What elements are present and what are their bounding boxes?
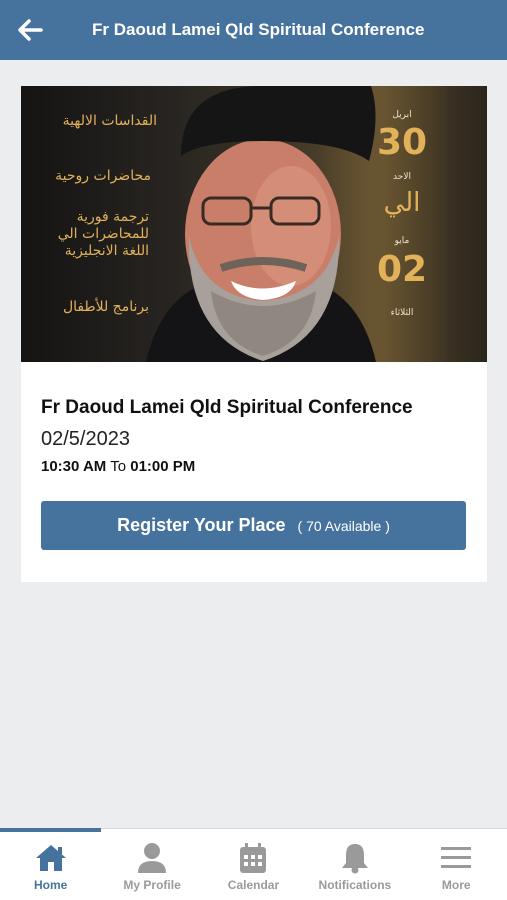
person-icon [134, 841, 170, 875]
tab-home[interactable]: Home [0, 829, 101, 900]
banner-date-column: ابريل 30 الاحد الي مايو 02 الثلاثاء [371, 86, 433, 362]
banner-weekday-end: الثلاثاء [390, 308, 414, 318]
event-title: Fr Daoud Lamei Qld Spiritual Conference [41, 397, 413, 418]
register-label: Register Your Place [117, 515, 286, 535]
availability-count: ( 70 Available ) [297, 517, 390, 534]
tab-my-profile-label: My Profile [123, 878, 181, 892]
register-button[interactable]: Register Your Place ( 70 Available ) [41, 501, 466, 550]
active-tab-indicator [0, 828, 101, 832]
priest-portrait [146, 86, 376, 362]
back-button[interactable] [0, 0, 60, 60]
banner-month-end: مايو [394, 236, 410, 246]
tab-calendar-label: Calendar [227, 878, 280, 892]
tab-notifications-label: Notifications [318, 878, 392, 892]
tab-calendar[interactable]: Calendar [203, 829, 304, 900]
home-icon [33, 841, 69, 875]
event-start-time: 10:30 AM [41, 458, 107, 475]
banner-to-word: الي [383, 188, 421, 218]
menu-icon [438, 841, 474, 875]
top-app-bar: Fr Daoud Lamei Qld Spiritual Conference [0, 0, 507, 60]
event-card: القداسات الالهية محاضرات روحية ترجمة فور… [21, 86, 487, 582]
banner-line-children: برنامج للأطفال [62, 299, 149, 315]
bottom-tab-bar: Home My Profile Calendar Notifications M… [0, 828, 507, 900]
tab-home-label: Home [34, 878, 68, 892]
tab-notifications[interactable]: Notifications [304, 829, 405, 900]
banner-line-lectures: محاضرات روحية [55, 168, 151, 184]
event-banner-image[interactable]: القداسات الالهية محاضرات روحية ترجمة فور… [21, 86, 487, 362]
banner-line-translation-3: اللغة الانجليزية [64, 243, 149, 259]
page-title: Fr Daoud Lamei Qld Spiritual Conference [92, 20, 425, 39]
banner-day-end: 02 [376, 249, 428, 290]
event-time: 10:30 AM To 01:00 PM [41, 458, 195, 475]
banner-day-start: 30 [376, 122, 428, 163]
bell-icon [337, 841, 373, 875]
banner-line-translation-1: ترجمة فورية [76, 209, 149, 225]
tab-my-profile[interactable]: My Profile [101, 829, 202, 900]
banner-line-translation-2: للمحاضرات الي [57, 226, 149, 242]
tab-more-label: More [441, 878, 471, 892]
back-arrow-icon [18, 19, 43, 41]
event-time-separator: To [110, 458, 127, 475]
banner-weekday-start: الاحد [393, 172, 411, 182]
event-date: 02/5/2023 [41, 428, 130, 450]
event-end-time: 01:00 PM [130, 458, 196, 475]
banner-month-start: ابريل [392, 110, 412, 120]
tab-more[interactable]: More [406, 829, 507, 900]
calendar-icon [235, 841, 271, 875]
